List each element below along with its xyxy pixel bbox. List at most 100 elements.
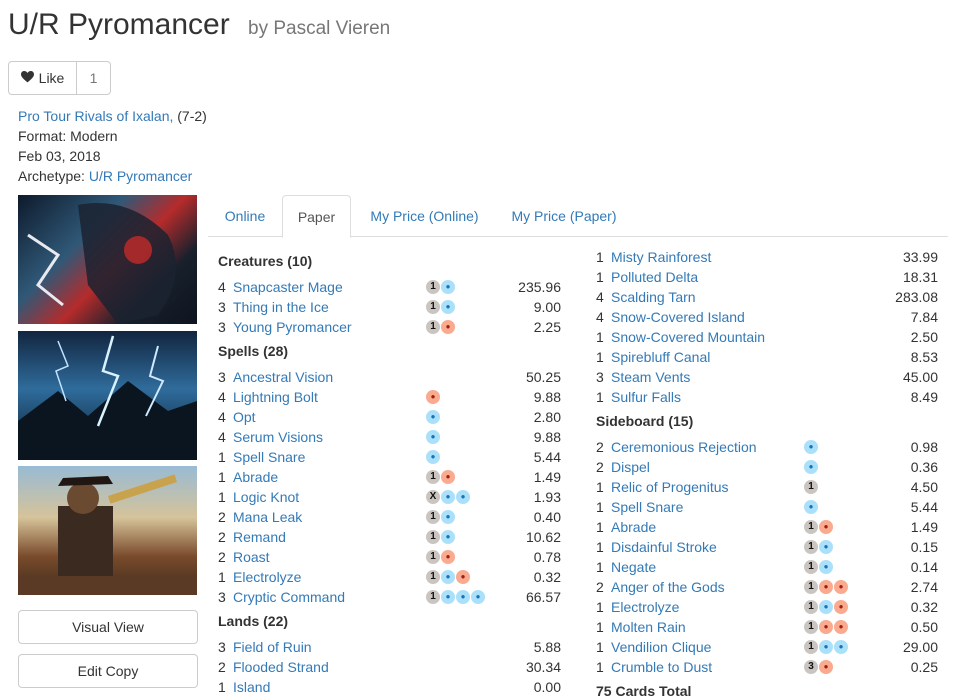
- blue-mana-icon: ●: [819, 600, 833, 614]
- card-name-link[interactable]: Snow-Covered Mountain: [611, 327, 765, 347]
- card-name-link[interactable]: Roast: [233, 547, 270, 567]
- card-name-link[interactable]: Disdainful Stroke: [611, 537, 717, 557]
- card-name-link[interactable]: Abrade: [233, 467, 278, 487]
- card-name-link[interactable]: Anger of the Gods: [611, 577, 725, 597]
- card-name-link[interactable]: Negate: [611, 557, 656, 577]
- card-name-link[interactable]: Serum Visions: [233, 427, 323, 447]
- archetype-link[interactable]: U/R Pyromancer: [89, 168, 192, 184]
- card-art-image[interactable]: [18, 466, 197, 595]
- card-row: 1 Sulfur Falls 8.49: [596, 387, 939, 407]
- card-name-link[interactable]: Island: [233, 677, 270, 697]
- card-name-link[interactable]: Misty Rainforest: [611, 247, 711, 267]
- blue-mana-icon: ●: [426, 410, 440, 424]
- edit-copy-button[interactable]: Edit Copy: [18, 654, 198, 688]
- card-row: 2 Dispel ● 0.36: [596, 457, 939, 477]
- card-name-link[interactable]: Relic of Progenitus: [611, 477, 729, 497]
- card-price: 1.93: [533, 489, 561, 505]
- generic-mana-icon: 1: [804, 560, 818, 574]
- card-name-link[interactable]: Spell Snare: [233, 447, 305, 467]
- card-name-link[interactable]: Thing in the Ice: [233, 297, 329, 317]
- date-text: Feb 03, 2018: [18, 148, 101, 164]
- tab-paper[interactable]: Paper: [282, 195, 351, 238]
- card-quantity: 1: [596, 599, 604, 615]
- mana-cost: 1 ●: [804, 520, 833, 534]
- mana-cost: X ● ●: [426, 490, 470, 504]
- card-art-image[interactable]: [18, 331, 197, 460]
- card-row: 1 Molten Rain 1 ● ● 0.50: [596, 617, 939, 637]
- card-name-link[interactable]: Cryptic Command: [233, 587, 345, 607]
- card-name-link[interactable]: Flooded Strand: [233, 657, 329, 677]
- card-name-link[interactable]: Remand: [233, 527, 286, 547]
- card-name-link[interactable]: Steam Vents: [611, 367, 690, 387]
- card-name-link[interactable]: Polluted Delta: [611, 267, 698, 287]
- card-quantity: 1: [596, 639, 604, 655]
- card-name-link[interactable]: Lightning Bolt: [233, 387, 318, 407]
- red-mana-icon: ●: [819, 580, 833, 594]
- price-tabs: Online Paper My Price (Online) My Price …: [208, 195, 948, 238]
- visual-view-button[interactable]: Visual View: [18, 610, 198, 644]
- mana-cost: ●: [804, 440, 818, 454]
- section-heading-75-cards-total: 75 Cards Total: [596, 683, 692, 699]
- card-art-image[interactable]: [18, 195, 197, 324]
- card-name-link[interactable]: Abrade: [611, 517, 656, 537]
- mana-cost: 1 ● ● ●: [426, 590, 485, 604]
- card-name-link[interactable]: Snow-Covered Island: [611, 307, 745, 327]
- card-quantity: 2: [596, 459, 604, 475]
- event-record: (7-2): [177, 108, 207, 124]
- card-row: 4 Snow-Covered Island 7.84: [596, 307, 939, 327]
- card-price: 0.40: [533, 509, 561, 525]
- like-label: Like: [38, 70, 65, 86]
- card-row: 2 Roast 1 ● 0.78: [218, 547, 563, 567]
- card-price: 283.08: [895, 289, 938, 305]
- mana-cost: 1 ● ●: [804, 580, 848, 594]
- card-name-link[interactable]: Crumble to Dust: [611, 657, 712, 677]
- card-quantity: 1: [596, 559, 604, 575]
- card-quantity: 2: [218, 529, 226, 545]
- mana-cost: ●: [426, 390, 440, 404]
- format-text: Format: Modern: [18, 128, 118, 144]
- mana-cost: 1 ●: [426, 300, 455, 314]
- card-quantity: 1: [596, 389, 604, 405]
- tab-online[interactable]: Online: [208, 195, 282, 237]
- generic-mana-icon: 1: [804, 620, 818, 634]
- card-quantity: 2: [596, 439, 604, 455]
- card-name-link[interactable]: Dispel: [611, 457, 650, 477]
- card-name-link[interactable]: Logic Knot: [233, 487, 299, 507]
- card-name-link[interactable]: Mana Leak: [233, 507, 302, 527]
- card-name-link[interactable]: Electrolyze: [611, 597, 679, 617]
- card-name-link[interactable]: Ancestral Vision: [233, 367, 333, 387]
- card-name-link[interactable]: Spell Snare: [611, 497, 683, 517]
- card-price: 0.50: [910, 619, 938, 635]
- generic-mana-icon: X: [426, 490, 440, 504]
- card-name-link[interactable]: Scalding Tarn: [611, 287, 696, 307]
- blue-mana-icon: ●: [426, 450, 440, 464]
- tab-my-price-paper[interactable]: My Price (Paper): [500, 195, 628, 237]
- card-price: 5.44: [533, 449, 561, 465]
- card-name-link[interactable]: Vendilion Clique: [611, 637, 711, 657]
- card-quantity: 3: [218, 299, 226, 315]
- card-price: 8.49: [910, 389, 938, 405]
- red-mana-icon: ●: [426, 390, 440, 404]
- card-name-link[interactable]: Molten Rain: [611, 617, 686, 637]
- like-button[interactable]: Like: [9, 62, 77, 94]
- card-price: 9.88: [533, 389, 561, 405]
- card-name-link[interactable]: Field of Ruin: [233, 637, 312, 657]
- card-quantity: 4: [596, 289, 604, 305]
- card-price: 0.78: [533, 549, 561, 565]
- card-name-link[interactable]: Sulfur Falls: [611, 387, 681, 407]
- card-row: 1 Misty Rainforest 33.99: [596, 247, 939, 267]
- tab-my-price-online[interactable]: My Price (Online): [356, 195, 493, 237]
- card-quantity: 1: [596, 499, 604, 515]
- card-name-link[interactable]: Spirebluff Canal: [611, 347, 710, 367]
- card-name-link[interactable]: Electrolyze: [233, 567, 301, 587]
- red-mana-icon: ●: [456, 570, 470, 584]
- blue-mana-icon: ●: [441, 280, 455, 294]
- card-price: 2.25: [533, 319, 561, 335]
- card-name-link[interactable]: Young Pyromancer: [233, 317, 352, 337]
- card-name-link[interactable]: Opt: [233, 407, 256, 427]
- card-quantity: 4: [596, 309, 604, 325]
- blue-mana-icon: ●: [834, 640, 848, 654]
- card-name-link[interactable]: Ceremonious Rejection: [611, 437, 757, 457]
- event-link[interactable]: Pro Tour Rivals of Ixalan,: [18, 108, 173, 124]
- card-name-link[interactable]: Snapcaster Mage: [233, 277, 343, 297]
